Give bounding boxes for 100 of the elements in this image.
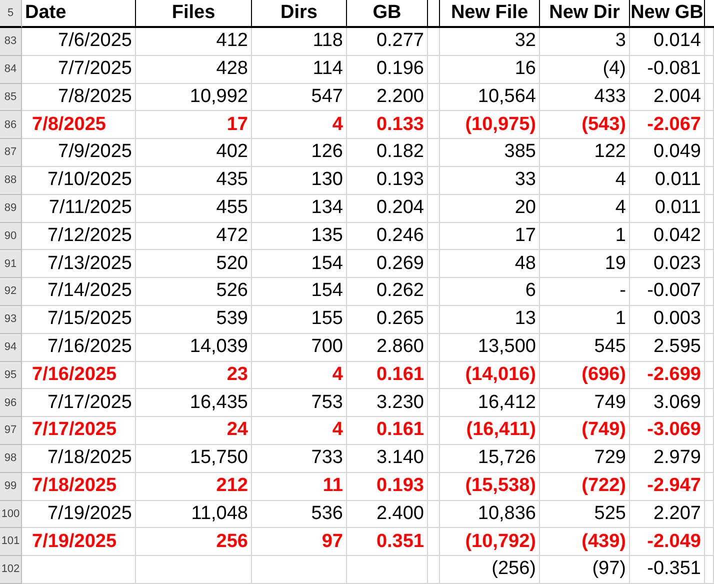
table-cell: 212	[136, 472, 252, 501]
table-cell: 4	[540, 166, 630, 195]
row-header[interactable]: 90	[0, 222, 22, 250]
table-cell: 7/7/2025	[22, 56, 136, 84]
row-header[interactable]: 88	[0, 166, 22, 195]
table-cell: 412	[136, 28, 252, 56]
row-header[interactable]: 98	[0, 444, 22, 473]
table-cell: 0.049	[630, 139, 705, 167]
table-cell: 545	[540, 334, 630, 362]
row-header[interactable]: 94	[0, 334, 22, 362]
row-header[interactable]: 95	[0, 362, 22, 390]
table-cell: (10,975)	[440, 111, 540, 140]
table-cell: -0.351	[630, 556, 705, 584]
table-cell: 1	[540, 306, 630, 334]
table-cell: 10,836	[440, 500, 540, 528]
table-cell: 4	[252, 362, 347, 390]
table-cell: 472	[136, 222, 252, 250]
table-cell: 729	[540, 444, 630, 473]
table-cell: 118	[252, 28, 347, 56]
table-cell: 6	[440, 278, 540, 306]
table-cell: 122	[540, 139, 630, 167]
row-header[interactable]: 99	[0, 472, 22, 501]
table-cell: 10,564	[440, 84, 540, 112]
table-cell: 7/19/2025	[22, 528, 136, 556]
table-cell: 3.140	[347, 444, 428, 473]
table-cell: 7/9/2025	[22, 139, 136, 167]
table-cell: (722)	[540, 472, 630, 501]
row-header[interactable]: 89	[0, 194, 22, 223]
empty-cell[interactable]	[428, 0, 440, 28]
table-cell: 0.193	[347, 166, 428, 195]
table-cell: 7/10/2025	[22, 166, 136, 195]
column-header: New Dir	[540, 0, 630, 28]
table-cell: 0.042	[630, 222, 705, 250]
table-cell: 24	[136, 417, 252, 445]
table-cell: 130	[252, 166, 347, 195]
table-cell: 2.004	[630, 84, 705, 112]
table-cell: 536	[252, 500, 347, 528]
table-cell: (10,792)	[440, 528, 540, 556]
row-header[interactable]: 86	[0, 111, 22, 140]
table-cell: -3.069	[630, 417, 705, 445]
table-cell: 15,750	[136, 444, 252, 473]
row-header[interactable]: 84	[0, 56, 22, 84]
table-cell: 0.011	[630, 194, 705, 223]
table-cell: 134	[252, 194, 347, 223]
row-header[interactable]: 101	[0, 528, 22, 556]
row-header[interactable]: 5	[0, 0, 22, 28]
table-cell: 0.133	[347, 111, 428, 140]
row-header[interactable]: 102	[0, 556, 22, 584]
table-cell: 7/18/2025	[22, 472, 136, 501]
table-cell: 17	[440, 222, 540, 250]
table-cell: 433	[540, 84, 630, 112]
row-header[interactable]: 92	[0, 278, 22, 306]
table-cell: 525	[540, 500, 630, 528]
table-cell: 0.262	[347, 278, 428, 306]
table-cell: 753	[252, 389, 347, 418]
table-cell: 7/17/2025	[22, 389, 136, 418]
table-cell: 126	[252, 139, 347, 167]
table-cell: 11,048	[136, 500, 252, 528]
table-cell: 2.400	[347, 500, 428, 528]
row-header[interactable]: 97	[0, 417, 22, 445]
table-cell: 32	[440, 28, 540, 56]
row-header[interactable]: 93	[0, 306, 22, 334]
table-cell: 4	[252, 417, 347, 445]
table-cell: (4)	[540, 56, 630, 84]
table-cell: 17	[136, 111, 252, 140]
row-header[interactable]: 91	[0, 250, 22, 278]
table-cell: 7/6/2025	[22, 28, 136, 56]
row-header[interactable]: 100	[0, 500, 22, 528]
table-cell: 0.161	[347, 417, 428, 445]
table-cell: 7/12/2025	[22, 222, 136, 250]
table-cell: 0.182	[347, 139, 428, 167]
table-cell: 0.246	[347, 222, 428, 250]
column-header: New File	[440, 0, 540, 28]
table-cell: -2.699	[630, 362, 705, 390]
table-cell: 7/14/2025	[22, 278, 136, 306]
table-cell: -2.067	[630, 111, 705, 140]
table-cell: 455	[136, 194, 252, 223]
table-cell: (439)	[540, 528, 630, 556]
table-cell: 114	[252, 56, 347, 84]
table-cell: 7/15/2025	[22, 306, 136, 334]
table-cell: (15,538)	[440, 472, 540, 501]
table-cell: (16,411)	[440, 417, 540, 445]
row-header[interactable]: 83	[0, 28, 22, 56]
table-cell: 13	[440, 306, 540, 334]
table-cell: 15,726	[440, 444, 540, 473]
table-cell: 48	[440, 250, 540, 278]
table-cell: (696)	[540, 362, 630, 390]
table-cell: 0.011	[630, 166, 705, 195]
table-cell: 16	[440, 56, 540, 84]
table-cell: 0.003	[630, 306, 705, 334]
table-cell: 520	[136, 250, 252, 278]
row-header[interactable]: 96	[0, 389, 22, 418]
column-header: Date	[22, 0, 136, 28]
table-cell: 10,992	[136, 84, 252, 112]
table-cell: -2.947	[630, 472, 705, 501]
table-cell: 0.014	[630, 28, 705, 56]
table-cell: 0.204	[347, 194, 428, 223]
table-cell: (749)	[540, 417, 630, 445]
row-header[interactable]: 87	[0, 139, 22, 167]
row-header[interactable]: 85	[0, 84, 22, 112]
